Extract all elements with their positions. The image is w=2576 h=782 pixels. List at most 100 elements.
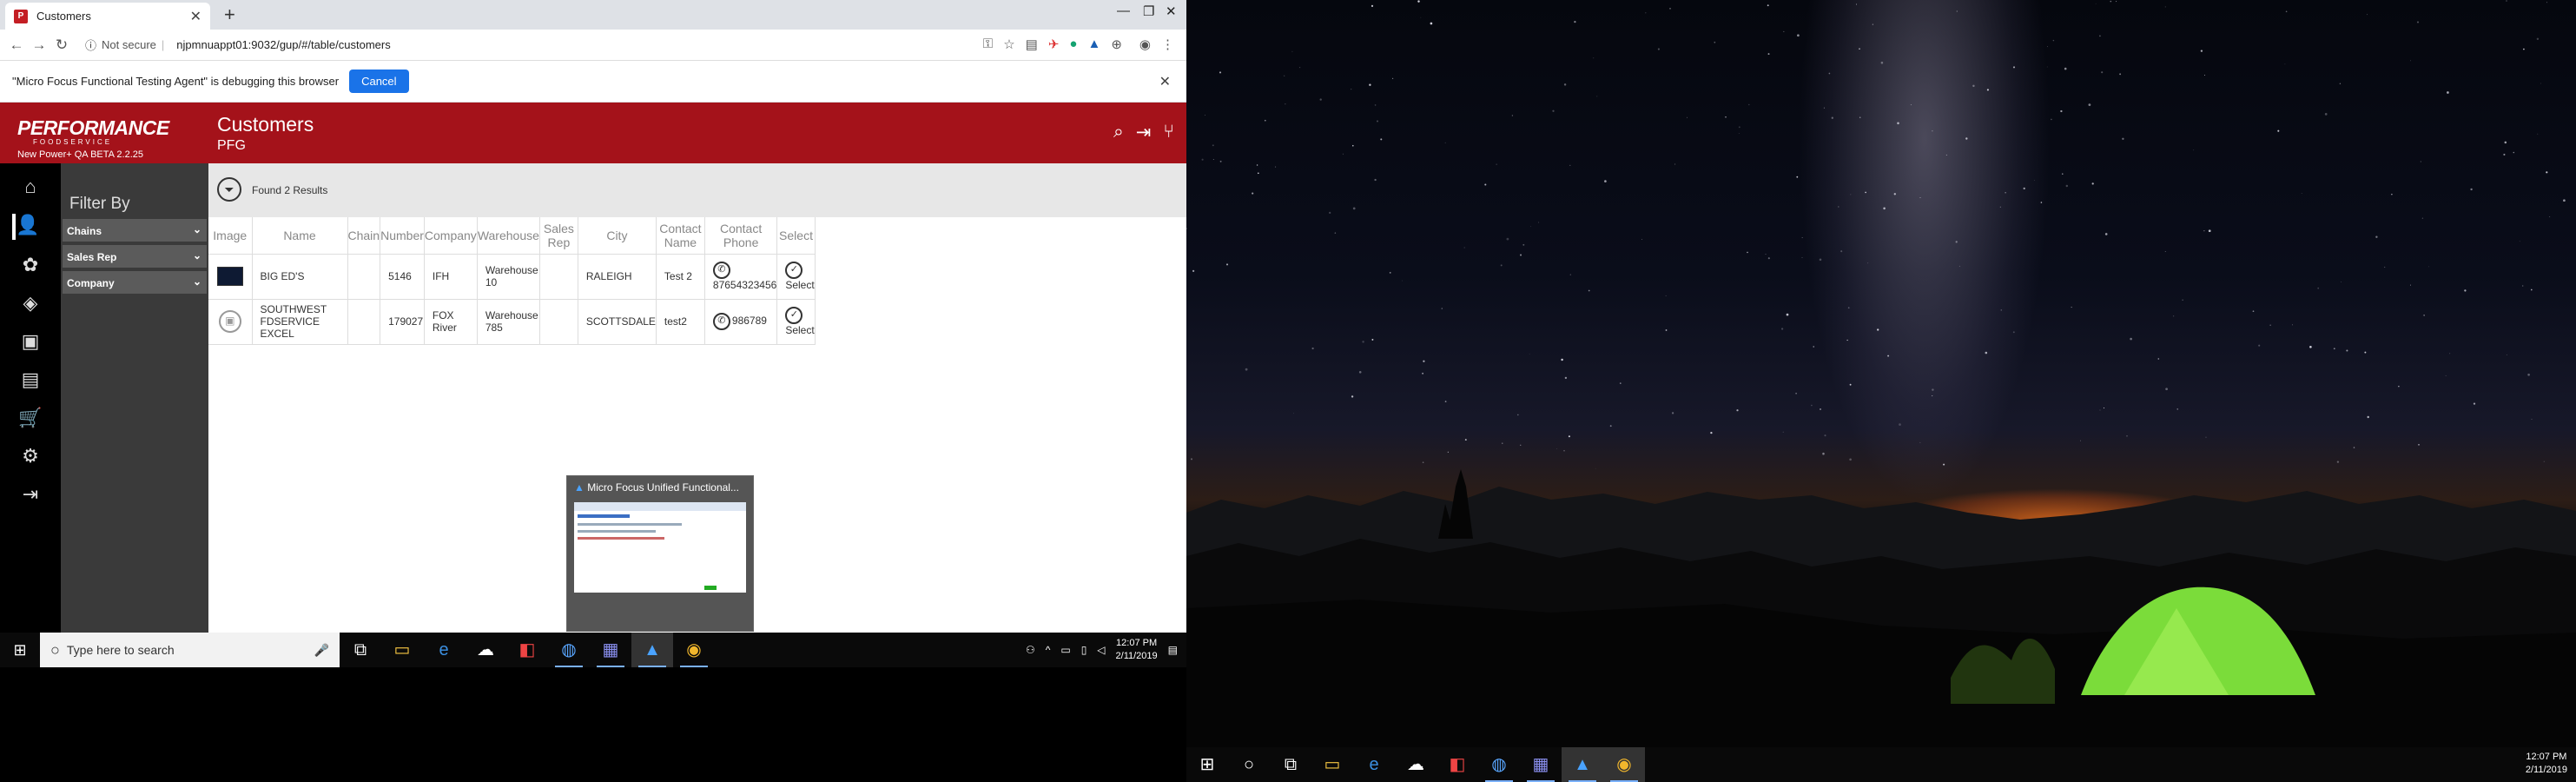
- cart-icon[interactable]: 🛒: [17, 407, 43, 433]
- column-header[interactable]: Warehouse: [477, 217, 540, 255]
- column-header[interactable]: Chain: [347, 217, 381, 255]
- search-icon[interactable]: ⌕: [1113, 122, 1124, 143]
- filter-company[interactable]: Company ⌄: [63, 271, 207, 295]
- customers-icon[interactable]: 👤: [12, 214, 39, 240]
- close-window-icon[interactable]: ✕: [1166, 3, 1177, 19]
- select-link[interactable]: Select: [785, 324, 814, 336]
- battery-icon[interactable]: ▭: [1060, 644, 1070, 656]
- grammarly-icon[interactable]: ●: [1069, 36, 1077, 52]
- network-icon[interactable]: ▯: [1081, 644, 1087, 656]
- clock[interactable]: 12:07 PM 2/11/2019: [2526, 751, 2567, 777]
- star: [1641, 239, 1642, 240]
- chrome-icon[interactable]: ◉: [673, 633, 715, 667]
- column-header[interactable]: Image: [208, 217, 253, 255]
- star: [2165, 388, 2168, 391]
- home-icon[interactable]: ⌂: [17, 176, 43, 202]
- app-icon[interactable]: ◍: [548, 633, 590, 667]
- notification-icon[interactable]: ▤: [1168, 644, 1178, 656]
- settings-gear-icon[interactable]: ⚙: [17, 445, 43, 471]
- filter-sales-rep[interactable]: Sales Rep ⌄: [63, 245, 207, 269]
- extension-icon[interactable]: ✈: [1048, 36, 1060, 52]
- star: [1850, 194, 1852, 196]
- people-icon[interactable]: ⚇: [1026, 644, 1035, 656]
- uft-extension-icon[interactable]: ▲: [1087, 36, 1100, 52]
- new-tab-button[interactable]: +: [224, 3, 235, 26]
- key-icon[interactable]: ⚿: [983, 36, 993, 52]
- logout-icon[interactable]: ⇥: [1136, 122, 1152, 143]
- show-hidden-icon[interactable]: ^: [1046, 644, 1051, 656]
- omnibox[interactable]: ⓘ Not secure | njpmnuappt01:9032/gup/#/t…: [85, 36, 391, 53]
- brand-logo[interactable]: PERFORMANCE FOODSERVICE New Power+ QA BE…: [17, 116, 169, 160]
- phone-icon[interactable]: ✆: [712, 262, 730, 279]
- table-row[interactable]: ▣ SOUTHWEST FDSERVICE EXCEL 179027 FOX R…: [208, 299, 816, 345]
- phone-icon[interactable]: ✆: [712, 313, 730, 330]
- extension-icon[interactable]: ▤: [1026, 36, 1038, 52]
- column-header[interactable]: Name: [252, 217, 348, 255]
- file-explorer-icon[interactable]: ▭: [381, 633, 423, 667]
- check-icon[interactable]: ✓: [785, 262, 803, 279]
- windows-start-icon[interactable]: ⊞: [0, 641, 40, 659]
- column-header[interactable]: Contact Name: [656, 217, 705, 255]
- volume-icon[interactable]: ◁: [1097, 644, 1105, 656]
- document-icon[interactable]: ▤: [17, 368, 43, 394]
- teams-icon[interactable]: ▦: [1520, 747, 1562, 782]
- hierarchy-icon[interactable]: ⑂: [1163, 122, 1174, 143]
- cancel-debug-button[interactable]: Cancel: [349, 70, 409, 93]
- star: [1293, 413, 1294, 414]
- task-view-icon[interactable]: ⧉: [1270, 747, 1311, 782]
- forward-icon[interactable]: →: [28, 36, 50, 54]
- column-header[interactable]: Company: [424, 217, 478, 255]
- app-icon[interactable]: ☁: [465, 633, 506, 667]
- food-icon[interactable]: ✿: [17, 254, 43, 280]
- app-icon[interactable]: ◍: [1478, 747, 1520, 782]
- bookmark-star-icon[interactable]: ☆: [1003, 36, 1014, 52]
- maximize-icon[interactable]: ❐: [1143, 3, 1154, 19]
- teams-icon[interactable]: ▦: [590, 633, 631, 667]
- windows-start-icon[interactable]: ⊞: [1186, 747, 1228, 782]
- close-infobar-icon[interactable]: ✕: [1159, 73, 1171, 90]
- check-icon[interactable]: ✓: [785, 307, 803, 324]
- task-view-icon[interactable]: ⧉: [340, 633, 381, 667]
- uft-taskbar-icon[interactable]: ▲: [1562, 747, 1603, 782]
- extension-icon[interactable]: ⊕: [1111, 36, 1122, 52]
- star: [1955, 241, 1958, 243]
- app-icon[interactable]: ☁: [1395, 747, 1437, 782]
- taskbar-thumbnail-preview[interactable]: ▲ Micro Focus Unified Functional...: [566, 475, 754, 632]
- edge-icon[interactable]: e: [423, 633, 465, 667]
- browser-tab[interactable]: P Customers ✕: [5, 3, 210, 30]
- cell-select[interactable]: ✓Select: [776, 254, 816, 300]
- menu-icon[interactable]: ⋮: [1161, 36, 1174, 52]
- uft-taskbar-icon[interactable]: ▲: [631, 633, 673, 667]
- column-header[interactable]: Select: [776, 217, 816, 255]
- edge-icon[interactable]: e: [1353, 747, 1395, 782]
- filter-chains[interactable]: Chains ⌄: [63, 219, 207, 243]
- column-header[interactable]: Number: [380, 217, 425, 255]
- app-icon[interactable]: ◧: [506, 633, 548, 667]
- back-icon[interactable]: ←: [5, 36, 28, 54]
- column-header[interactable]: Contact Phone: [704, 217, 778, 255]
- column-header[interactable]: City: [578, 217, 657, 255]
- taskbar-search[interactable]: ○ Type here to search 🎤: [40, 633, 340, 667]
- app-icon[interactable]: ◧: [1437, 747, 1478, 782]
- microphone-icon[interactable]: 🎤: [314, 643, 329, 658]
- reload-icon[interactable]: ↻: [50, 36, 73, 54]
- archive-icon[interactable]: ▣: [17, 330, 43, 356]
- cell-select[interactable]: ✓Select: [776, 299, 816, 345]
- info-icon[interactable]: ⓘ: [85, 36, 96, 53]
- cortana-circle-icon[interactable]: ○: [1228, 747, 1270, 782]
- url-text[interactable]: njpmnuappt01:9032/gup/#/table/customers: [176, 38, 390, 51]
- filter-funnel-icon[interactable]: ⏷: [217, 177, 241, 202]
- minimize-icon[interactable]: —: [1117, 3, 1130, 18]
- column-header[interactable]: Sales Rep: [539, 217, 578, 255]
- close-tab-icon[interactable]: ✕: [190, 8, 201, 25]
- table-row[interactable]: BIG ED'S 5146 IFH Warehouse 10 RALEIGH T…: [208, 254, 816, 300]
- star: [2546, 2, 2547, 3]
- products-icon[interactable]: ◈: [17, 292, 43, 318]
- chrome-icon[interactable]: ◉: [1603, 747, 1645, 782]
- brand-name: PERFORMANCE: [17, 116, 169, 139]
- file-explorer-icon[interactable]: ▭: [1311, 747, 1353, 782]
- clock[interactable]: 12:07 PM 2/11/2019: [1116, 637, 1158, 663]
- profile-icon[interactable]: ◉: [1139, 36, 1151, 52]
- exit-icon[interactable]: ⇥: [17, 483, 43, 509]
- select-link[interactable]: Select: [785, 279, 814, 291]
